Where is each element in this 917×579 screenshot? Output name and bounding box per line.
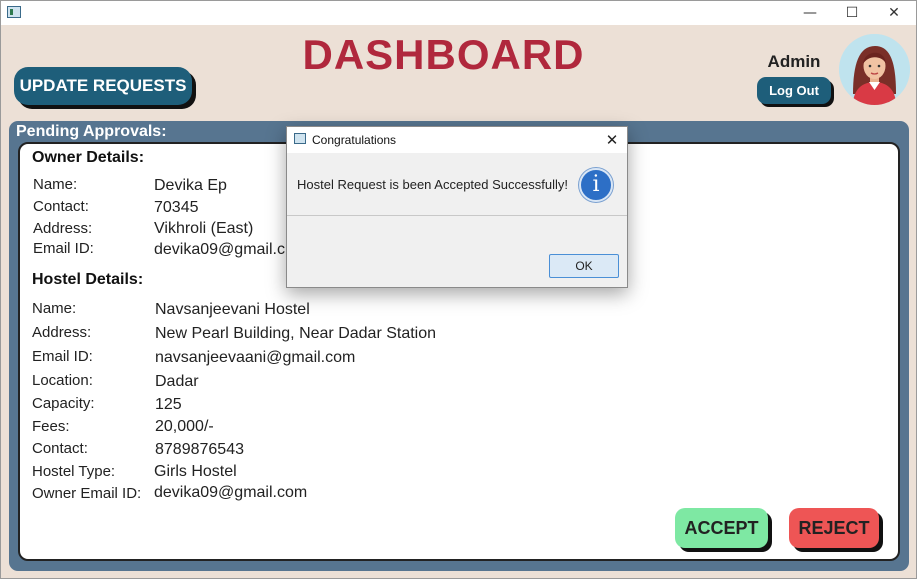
dialog-title: Congratulations: [312, 133, 397, 147]
hostel-address-value: New Pearl Building, Near Dadar Station: [155, 325, 437, 342]
hostel-fees-label: Fees:: [32, 418, 70, 435]
hostel-location-value: Dadar: [155, 373, 199, 390]
owner-name-label: Name:: [33, 176, 78, 193]
dialog-app-icon: [294, 133, 306, 144]
reject-button[interactable]: REJECT: [789, 508, 879, 548]
owner-name-value: Devika Ep: [154, 177, 227, 194]
hostel-name-value: Navsanjeevani Hostel: [155, 301, 310, 318]
owner-email-label: Email ID:: [33, 240, 94, 257]
hostel-capacity-value: 125: [155, 396, 182, 413]
hostel-location-label: Location:: [32, 372, 93, 389]
pending-approvals-label: Pending Approvals:: [16, 123, 167, 140]
page-title: DASHBOARD: [302, 31, 585, 78]
close-window-button[interactable]: ✕: [872, 1, 916, 25]
app-icon: [7, 6, 21, 18]
info-icon: i: [579, 168, 613, 202]
owner-email-id-value: devika09@gmail.com: [154, 484, 308, 501]
hostel-contact-label: Contact:: [32, 440, 88, 457]
hostel-details-heading: Hostel Details:: [32, 271, 144, 288]
dialog-close-button[interactable]: ✕: [601, 129, 623, 151]
hostel-type-label: Hostel Type:: [32, 463, 116, 480]
hostel-name-label: Name:: [32, 300, 77, 317]
hostel-email-value: navsanjeevaani@gmail.com: [155, 349, 356, 366]
hostel-contact-value: 8789876543: [155, 441, 244, 458]
logout-button[interactable]: Log Out: [757, 77, 831, 104]
owner-details-heading: Owner Details:: [32, 149, 145, 166]
maximize-button[interactable]: ☐: [830, 1, 874, 25]
accept-button[interactable]: ACCEPT: [675, 508, 768, 548]
hostel-address-label: Address:: [32, 324, 92, 341]
dialog-message: Hostel Request is been Accepted Successf…: [297, 177, 568, 192]
hostel-capacity-label: Capacity:: [32, 395, 95, 412]
owner-address-value: Vikhroli (East): [154, 220, 254, 237]
hostel-type-value: Girls Hostel: [154, 463, 237, 480]
congratulations-dialog: Congratulations ✕ Hostel Request is been…: [286, 126, 628, 288]
owner-email-id-label: Owner Email ID:: [32, 485, 142, 502]
app-window: — ☐ ✕ UPDATE REQUESTS DASHBOARD Admin Lo…: [0, 0, 917, 579]
update-requests-button[interactable]: UPDATE REQUESTS: [14, 67, 192, 105]
minimize-button[interactable]: —: [788, 1, 832, 25]
dialog-divider: [287, 215, 627, 216]
admin-label: Admin: [767, 52, 821, 71]
owner-contact-value: 70345: [154, 199, 199, 216]
ok-button[interactable]: OK: [549, 254, 619, 278]
dialog-titlebar: Congratulations ✕: [287, 127, 627, 153]
owner-address-label: Address:: [33, 220, 93, 237]
hostel-email-label: Email ID:: [32, 348, 93, 365]
window-titlebar: — ☐ ✕: [1, 1, 916, 25]
woman-avatar-icon: [839, 34, 910, 105]
owner-email-value: devika09@gmail.c: [154, 241, 285, 258]
hostel-fees-value: 20,000/-: [155, 418, 214, 435]
owner-contact-label: Contact:: [33, 198, 89, 215]
